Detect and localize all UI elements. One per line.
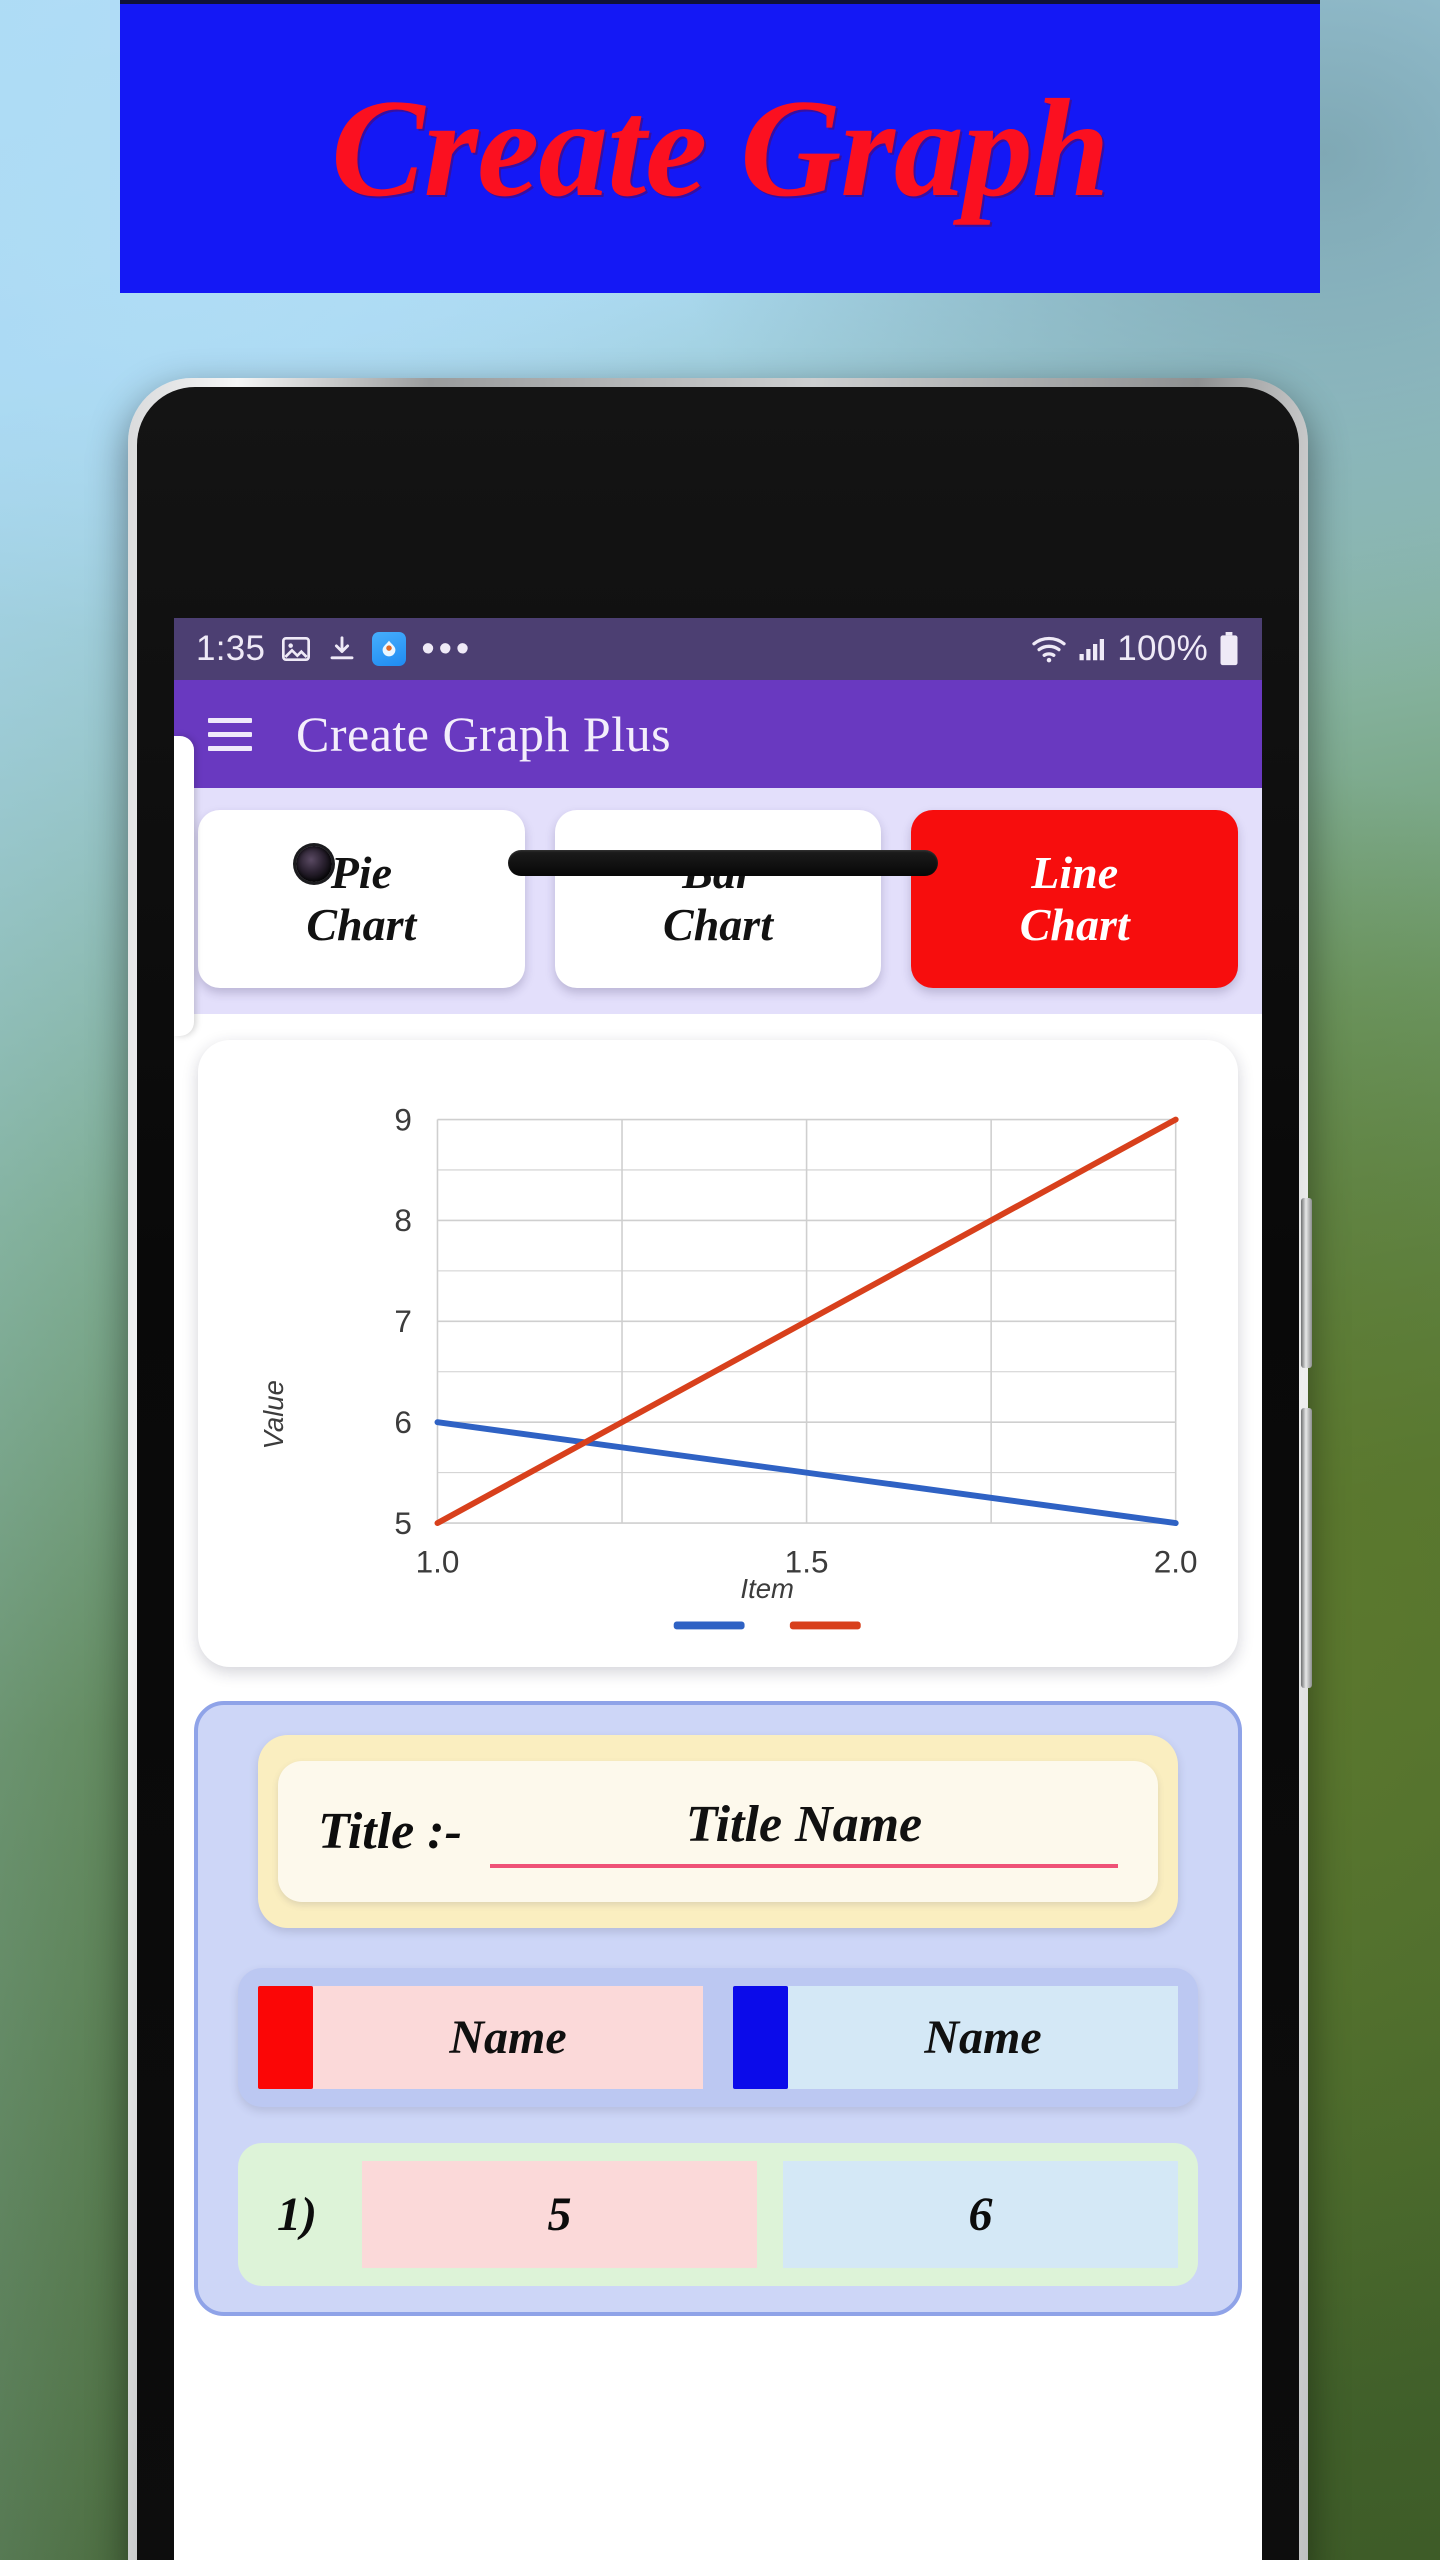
battery-icon bbox=[1218, 632, 1240, 666]
chart-y-tick-labels: 5 6 7 8 9 bbox=[394, 1101, 412, 1541]
chart-x-axis-label: Item bbox=[740, 1573, 794, 1604]
app-screen: 1:35 ••• 100% Create Graph Plus Pie Char… bbox=[174, 618, 1262, 2560]
volume-down-button[interactable] bbox=[1301, 1408, 1312, 1688]
page-title: Create Graph Plus bbox=[296, 706, 672, 762]
series-2-color-swatch[interactable] bbox=[733, 1986, 788, 2090]
y-tick-label: 5 bbox=[394, 1505, 412, 1541]
chart-type-selector: Pie Chart Bar Chart Line Chart bbox=[174, 788, 1262, 1014]
title-input[interactable]: Title Name bbox=[489, 1795, 1118, 1869]
tab-pie-chart-line2: Chart bbox=[306, 899, 417, 950]
x-tick-label: 2.0 bbox=[1154, 1543, 1198, 1579]
series-2-name-cell[interactable]: Name bbox=[733, 1986, 1178, 2090]
download-icon bbox=[327, 633, 357, 665]
y-tick-label: 6 bbox=[394, 1404, 412, 1440]
chart-card: 5 6 7 8 9 1.0 1.5 2.0 Value Item bbox=[198, 1040, 1238, 1668]
graph-input-panel: Title :- Title Name Name Name 1) 5 6 bbox=[194, 1701, 1242, 2317]
tab-line-chart-line2: Chart bbox=[1019, 899, 1130, 950]
tab-line-chart-line1: Line bbox=[1031, 847, 1119, 899]
phone-mockup: 1:35 ••• 100% Create Graph Plus Pie Char… bbox=[128, 378, 1312, 2560]
overflow-icon: ••• bbox=[421, 627, 474, 670]
y-tick-label: 9 bbox=[394, 1101, 412, 1137]
series-2-name-input[interactable]: Name bbox=[788, 1986, 1178, 2090]
y-tick-label: 7 bbox=[394, 1303, 412, 1339]
tab-bar-chart[interactable]: Bar Chart bbox=[554, 810, 882, 988]
signal-icon bbox=[1077, 634, 1107, 664]
status-clock: 1:35 bbox=[196, 629, 266, 668]
image-icon bbox=[280, 633, 312, 665]
nav-drawer-edge[interactable] bbox=[174, 736, 194, 1036]
tab-line-chart[interactable]: Line Chart bbox=[911, 810, 1239, 988]
title-input-value: Title Name bbox=[685, 1796, 923, 1854]
series-1-name-cell[interactable]: Name bbox=[258, 1986, 703, 2090]
volume-up-button[interactable] bbox=[1301, 1198, 1312, 1368]
series-1-name-input[interactable]: Name bbox=[313, 1986, 703, 2090]
app-bar: Create Graph Plus bbox=[174, 680, 1262, 788]
title-label: Title :- bbox=[318, 1803, 462, 1861]
battery-percent: 100% bbox=[1117, 629, 1208, 668]
table-row: 1) 5 6 bbox=[238, 2143, 1198, 2287]
wifi-icon bbox=[1031, 634, 1067, 664]
legend-swatch-2 bbox=[789, 1621, 861, 1630]
tab-pie-chart[interactable]: Pie Chart bbox=[198, 810, 525, 988]
row-1-value-2[interactable]: 6 bbox=[783, 2161, 1178, 2269]
title-field-outer: Title :- Title Name bbox=[258, 1735, 1178, 1929]
app-icon bbox=[372, 632, 407, 666]
earpiece-speaker bbox=[508, 850, 938, 876]
tab-bar-chart-line2: Chart bbox=[663, 899, 773, 950]
y-tick-label: 8 bbox=[394, 1202, 412, 1238]
promo-banner-title: Create Graph bbox=[331, 71, 1109, 226]
promo-banner: Create Graph bbox=[120, 0, 1320, 293]
x-tick-label: 1.0 bbox=[416, 1543, 460, 1579]
row-1-value-1[interactable]: 5 bbox=[362, 2161, 757, 2269]
chart-x-tick-labels: 1.0 1.5 2.0 bbox=[416, 1543, 1198, 1579]
status-bar: 1:35 ••• 100% bbox=[174, 618, 1262, 680]
chart-y-axis-label: Value bbox=[258, 1380, 289, 1449]
hamburger-icon[interactable] bbox=[208, 717, 252, 751]
row-index: 1) bbox=[277, 2188, 317, 2242]
data-rows-list: 1) 5 6 bbox=[238, 2143, 1198, 2287]
line-chart[interactable]: 5 6 7 8 9 1.0 1.5 2.0 Value Item bbox=[216, 1090, 1220, 1641]
legend-swatch-1 bbox=[673, 1621, 745, 1630]
series-1-color-swatch[interactable] bbox=[258, 1986, 313, 2090]
tab-pie-chart-line1: Pie bbox=[330, 847, 392, 899]
front-camera-icon bbox=[296, 846, 332, 882]
chart-legend bbox=[673, 1621, 861, 1630]
title-field-inner: Title :- Title Name bbox=[278, 1761, 1158, 1903]
series-names-row: Name Name bbox=[238, 1968, 1198, 2108]
